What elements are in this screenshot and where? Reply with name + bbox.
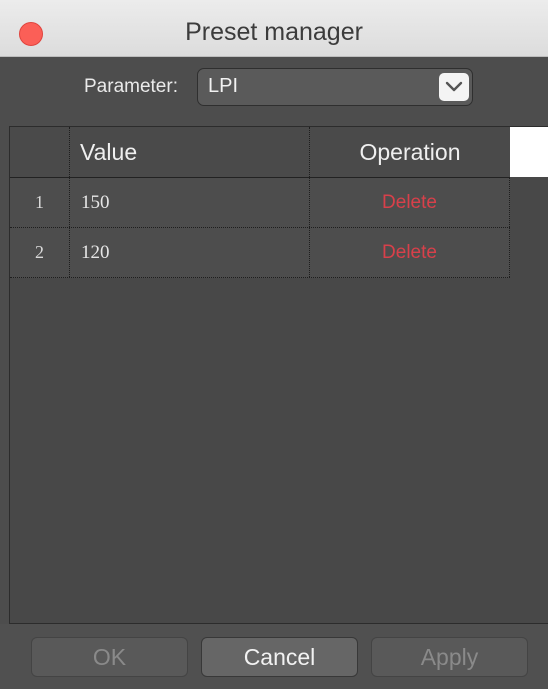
button-bar: OK Cancel Apply — [0, 624, 548, 689]
row-value[interactable]: 120 — [70, 228, 310, 277]
parameter-select-value: LPI — [208, 75, 239, 97]
ok-button[interactable]: OK — [31, 637, 188, 677]
parameter-select[interactable]: LPI — [197, 68, 473, 106]
title-bar: Preset manager — [0, 0, 548, 57]
table-header: Value Operation — [10, 127, 510, 178]
column-header-operation[interactable]: Operation — [310, 127, 510, 177]
chevron-down-icon[interactable] — [439, 73, 469, 101]
table-header-corner — [510, 127, 548, 177]
delete-link[interactable]: Delete — [310, 178, 510, 227]
column-header-value[interactable]: Value — [70, 127, 310, 177]
preset-manager-window: Preset manager Parameter: LPI Value Oper… — [0, 0, 548, 689]
row-index: 1 — [10, 178, 70, 227]
delete-link[interactable]: Delete — [310, 228, 510, 277]
table-row[interactable]: 1 150 Delete — [10, 178, 510, 228]
row-value[interactable]: 150 — [70, 178, 310, 227]
table-row[interactable]: 2 120 Delete — [10, 228, 510, 278]
column-header-index[interactable] — [10, 127, 70, 177]
apply-button[interactable]: Apply — [371, 637, 528, 677]
parameter-label: Parameter: — [84, 76, 178, 97]
cancel-button[interactable]: Cancel — [201, 637, 358, 677]
preset-table: Value Operation 1 150 Delete 2 120 Delet… — [9, 126, 548, 624]
window-title: Preset manager — [185, 18, 363, 46]
row-index: 2 — [10, 228, 70, 277]
